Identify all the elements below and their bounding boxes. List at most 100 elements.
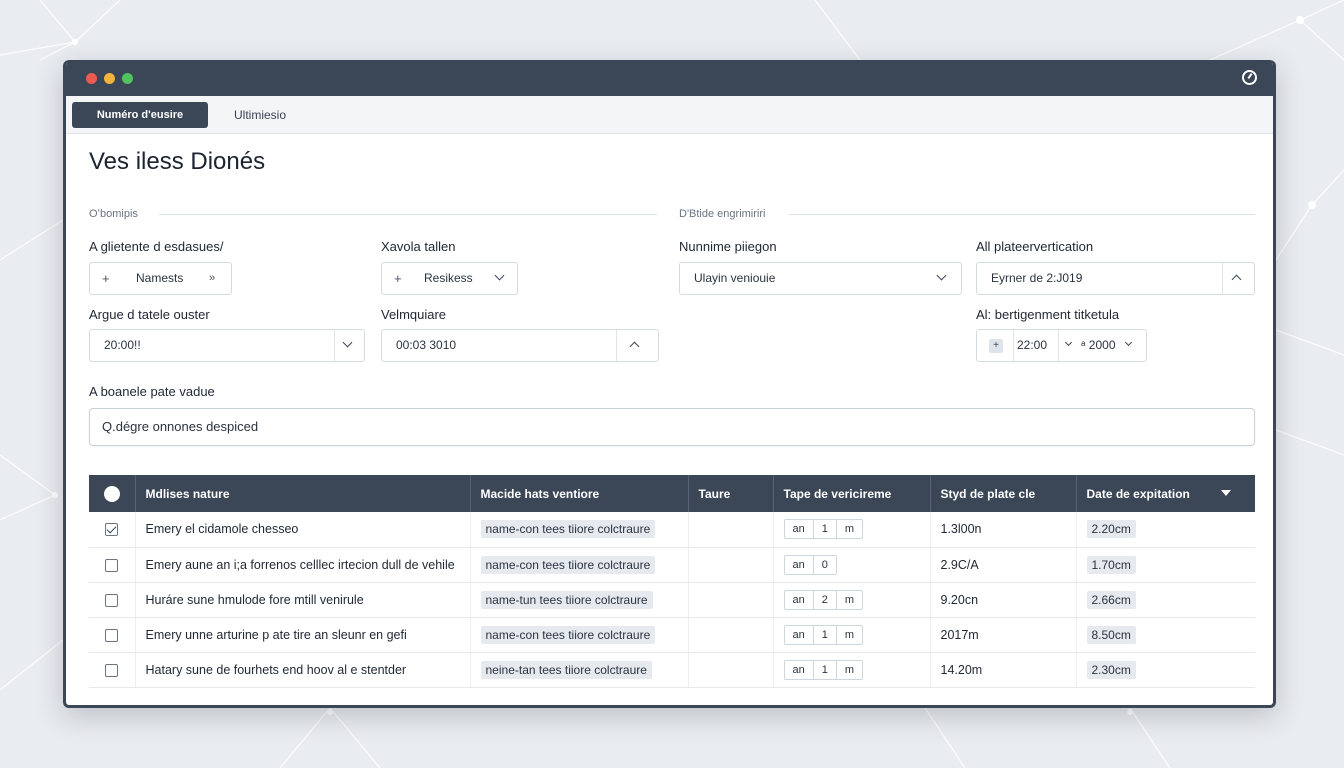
stepper-value[interactable]: 1 (812, 625, 836, 644)
field-7-time-range[interactable]: + 22:00 ᵃ 2000 (976, 329, 1147, 362)
table-row[interactable]: Hatary sune de fourhets end hoov al e st… (89, 652, 1255, 688)
stepper-value[interactable]: 2 (812, 590, 836, 609)
row-empty-cell (688, 582, 774, 618)
stepper-unit: an (792, 593, 805, 606)
row-value-2: 8.50cm (1086, 625, 1136, 644)
section-label-right: D'Btide engrimiriri (679, 208, 766, 220)
select-all-cell[interactable] (89, 475, 136, 512)
field-6-select[interactable]: 00:03 3010 (381, 329, 659, 362)
field-1-input[interactable]: + Namests » (89, 262, 232, 295)
chevron-down-icon[interactable] (494, 270, 505, 281)
row-select-cell[interactable] (89, 652, 136, 688)
row-checkbox[interactable] (105, 628, 119, 642)
column-header[interactable]: Macide hats ventiore (470, 475, 689, 512)
chevron-down-icon[interactable] (1124, 338, 1133, 347)
chevron-up-icon[interactable] (629, 341, 640, 352)
quantity-stepper[interactable]: an 1 m (783, 624, 864, 645)
column-header[interactable]: Date de expitation (1076, 475, 1255, 512)
column-header[interactable]: Taure (688, 475, 774, 512)
field-6-divider (616, 330, 617, 361)
row-value-2: 2.66cm (1086, 590, 1136, 609)
stepper-value[interactable]: 1 (812, 660, 836, 679)
row-stepper-cell: an 0 (773, 547, 931, 583)
field-1-value: Namests (136, 271, 184, 285)
column-header[interactable]: Mdlises nature (135, 475, 471, 512)
quantity-stepper[interactable]: an 1 m (783, 519, 864, 540)
row-value-1: 14.20m (930, 652, 1077, 688)
description-input[interactable]: Q.dégre onnones despiced (89, 408, 1255, 446)
field-label-5: Argue d tatele ouster (89, 307, 210, 322)
row-checkbox[interactable] (105, 558, 119, 572)
row-desc: neine-tan tees tiiore colctraure (480, 660, 652, 679)
row-select-cell[interactable] (89, 512, 136, 548)
tab-ultimiesio[interactable]: Ultimiesio (234, 102, 286, 128)
stepper-value[interactable]: 0 (812, 555, 836, 574)
plus-icon: + (102, 271, 110, 286)
row-value-1: 9.20cn (930, 582, 1077, 618)
table-row[interactable]: Emery aune an i;a forrenos celllec irtec… (89, 547, 1255, 583)
row-name: Emery unne arturine p ate tire an sleunr… (135, 617, 471, 653)
row-value-2-cell: 8.50cm (1076, 617, 1255, 653)
row-stepper-cell: an 1 m (773, 617, 931, 653)
row-checkbox[interactable] (105, 663, 119, 677)
table-row[interactable]: Emery el cidamole chesseo name-con tees … (89, 512, 1255, 548)
row-select-cell[interactable] (89, 547, 136, 583)
field-4-value: Eyrner de 2:J019 (991, 271, 1083, 285)
table-row[interactable]: Huráre sune hmulode fore mtill venirule … (89, 582, 1255, 618)
stepper-unit: an (792, 523, 805, 536)
maximize-window-button[interactable] (122, 73, 133, 84)
field-label-7: Al: bertigenment titketula (976, 307, 1120, 322)
section-divider-left (159, 214, 657, 215)
stepper-suffix: m (835, 520, 862, 539)
field-2-value: Resikess (424, 271, 473, 285)
row-desc-cell: name-con tees tiiore colctraure (470, 512, 689, 548)
row-desc: name-con tees tiiore colctraure (480, 625, 656, 644)
row-checkbox[interactable] (105, 593, 119, 607)
field-3-select[interactable]: Ulayin veniouie (679, 262, 962, 295)
chevron-down-icon[interactable] (936, 270, 947, 281)
field-2-select[interactable]: + Resikess (381, 262, 518, 295)
row-checkbox[interactable] (105, 523, 119, 537)
select-all-toggle[interactable] (103, 485, 120, 502)
section-divider-right (789, 214, 1255, 215)
chevron-down-icon[interactable] (1064, 338, 1073, 347)
row-select-cell[interactable] (89, 582, 136, 618)
field-7-end-time[interactable]: ᵃ 2000 (1081, 330, 1116, 361)
minimize-window-button[interactable] (104, 73, 115, 84)
row-value-1: 1.3l00n (930, 512, 1077, 548)
field-6-value: 00:03 3010 (396, 338, 457, 352)
close-window-button[interactable] (86, 73, 97, 84)
row-value-2: 1.70cm (1086, 555, 1136, 574)
row-value-1: 2.9C/A (930, 547, 1077, 583)
field-5-select[interactable]: 20:00!! (89, 329, 365, 362)
row-desc-cell: neine-tan tees tiiore colctraure (470, 652, 689, 688)
chevron-up-icon[interactable] (1231, 274, 1242, 285)
sort-caret-icon[interactable] (1221, 490, 1231, 496)
column-header[interactable]: Tape de vericireme (773, 475, 931, 512)
row-desc-cell: name-con tees tiiore colctraure (470, 617, 689, 653)
row-select-cell[interactable] (89, 617, 136, 653)
stepper-value[interactable]: 1 (812, 520, 836, 539)
field-7-divider-b (1058, 330, 1059, 361)
row-empty-cell (688, 652, 774, 688)
compass-icon[interactable] (1242, 70, 1257, 85)
chevron-down-icon[interactable] (342, 337, 353, 348)
page-title: Ves iless Dionés (89, 148, 266, 175)
data-table: Mdlises nature Macide hats ventiore Taur… (89, 475, 1255, 688)
row-name: Huráre sune hmulode fore mtill venirule (135, 582, 471, 618)
row-desc: name-con tees tiiore colctraure (480, 555, 656, 574)
field-label-1: A glietente d esdasues/ (89, 239, 224, 254)
quantity-stepper[interactable]: an 2 m (783, 589, 864, 610)
table-row[interactable]: Emery unne arturine p ate tire an sleunr… (89, 617, 1255, 653)
quantity-stepper[interactable]: an 1 m (783, 659, 864, 680)
field-7-divider-a (1013, 330, 1014, 361)
quantity-stepper[interactable]: an 0 (783, 554, 837, 575)
column-header[interactable]: Styd de plate cle (930, 475, 1077, 512)
tab-numero[interactable]: Numéro d'eusire (72, 102, 208, 128)
table-header-row: Mdlises nature Macide hats ventiore Taur… (89, 475, 1255, 512)
row-value-2: 2.20cm (1086, 520, 1136, 539)
row-stepper-cell: an 2 m (773, 582, 931, 618)
field-7-start-time[interactable]: 22:00 (1017, 330, 1047, 361)
double-chevron-icon: » (209, 272, 216, 284)
field-4-select[interactable]: Eyrner de 2:J019 (976, 262, 1255, 295)
